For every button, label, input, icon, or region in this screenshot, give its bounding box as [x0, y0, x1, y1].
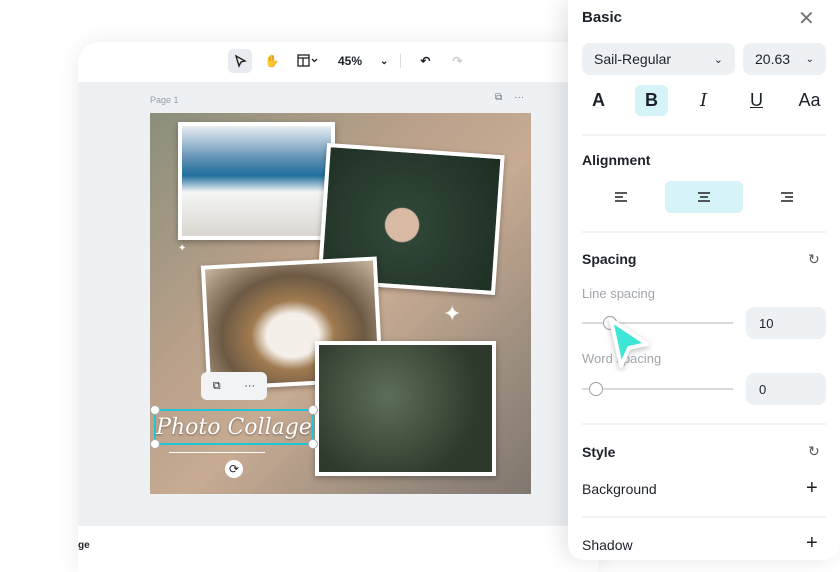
line-spacing-label: Line spacing	[582, 286, 655, 301]
font-name: Sail-Regular	[594, 51, 672, 67]
align-center-button[interactable]	[665, 181, 743, 213]
spacing-heading: Spacing	[582, 251, 637, 267]
divider	[582, 231, 826, 233]
editor-window: ✋ 45% ⌄ ↶ ↷ Page 1 ⧉ ··· ✦ ✦ ⧉ ··· Photo C…	[78, 42, 598, 572]
alignment-heading: Alignment	[582, 152, 651, 168]
divider	[582, 423, 826, 425]
design-page[interactable]: ✦ ✦ ⧉ ··· Photo Collage ⟳	[150, 113, 531, 494]
align-center-icon	[698, 192, 710, 202]
rotate-icon[interactable]: ⟳	[225, 460, 243, 478]
duplicate-page-icon[interactable]: ⧉	[495, 92, 502, 103]
align-left-button[interactable]	[582, 181, 660, 213]
font-size-value: 20.63	[755, 51, 791, 67]
photo-collage-text[interactable]: Photo Collage	[156, 415, 312, 440]
sparkle-icon: ✦	[443, 301, 462, 326]
reset-icon[interactable]: ↻	[808, 251, 820, 268]
resize-handle[interactable]	[150, 405, 160, 415]
select-pointer-icon[interactable]	[228, 49, 252, 73]
bottom-label: ge	[78, 540, 90, 551]
duplicate-icon[interactable]: ⧉	[213, 380, 221, 393]
reset-icon[interactable]: ↻	[808, 443, 820, 460]
underline-decoration	[169, 452, 265, 453]
close-icon[interactable]: ✕	[798, 6, 815, 31]
text-properties-panel: Basic ✕ Sail-Regular ⌄ 20.63 ⌄ A B I U Aa …	[568, 0, 840, 560]
text-selection-box[interactable]: Photo Collage	[150, 405, 318, 449]
style-heading: Style	[582, 444, 616, 460]
align-right-button[interactable]	[748, 181, 826, 213]
font-size-select[interactable]: 20.63 ⌄	[743, 43, 826, 75]
page-label: Page 1	[150, 95, 179, 105]
word-spacing-input[interactable]: 0	[746, 373, 826, 405]
hand-icon[interactable]: ✋	[260, 49, 284, 73]
add-background-icon[interactable]: +	[806, 477, 818, 500]
add-shadow-icon[interactable]: +	[806, 532, 818, 555]
word-spacing-slider[interactable]	[582, 388, 733, 390]
word-spacing-slider-knob[interactable]	[589, 382, 603, 396]
zoom-level[interactable]: 45%	[338, 54, 362, 68]
resize-handle[interactable]	[150, 439, 160, 449]
more-icon[interactable]: ···	[514, 92, 524, 103]
toolbar-divider	[400, 54, 402, 68]
mouse-cursor-icon	[609, 318, 649, 368]
more-icon[interactable]: ···	[244, 380, 255, 392]
resize-handle[interactable]	[308, 405, 318, 415]
undo-icon[interactable]: ↶	[413, 49, 437, 73]
zoom-chevron-icon[interactable]: ⌄	[380, 56, 388, 67]
photo-santorini[interactable]	[178, 122, 335, 240]
shadow-label: Shadow	[582, 537, 633, 553]
photo-leaves[interactable]	[315, 341, 496, 476]
divider	[582, 516, 826, 518]
canvas-area: Page 1 ⧉ ··· ✦ ✦ ⧉ ··· Photo Collage ⟳	[78, 82, 598, 526]
italic-button[interactable]: I	[687, 85, 720, 116]
text-case-button[interactable]: Aa	[793, 85, 826, 116]
sparkle-icon: ✦	[178, 243, 187, 254]
bottom-bar: ge	[78, 526, 598, 572]
chevron-down-icon: ⌄	[805, 53, 814, 65]
resize-handle[interactable]	[308, 439, 318, 449]
background-label: Background	[582, 481, 657, 497]
layout-icon[interactable]	[292, 49, 324, 73]
text-color-button[interactable]: A	[582, 85, 615, 116]
divider	[582, 134, 826, 136]
font-family-select[interactable]: Sail-Regular ⌄	[582, 43, 735, 75]
toolbar: ✋ 45% ⌄ ↶ ↷	[228, 48, 469, 74]
redo-icon[interactable]: ↷	[445, 49, 469, 73]
panel-title: Basic	[582, 9, 623, 26]
element-toolbar: ⧉ ···	[201, 372, 267, 400]
chevron-down-icon: ⌄	[713, 53, 723, 66]
line-spacing-input[interactable]: 10	[746, 307, 826, 339]
bold-button[interactable]: B	[635, 85, 668, 116]
align-right-icon	[781, 192, 793, 202]
align-left-icon	[615, 192, 627, 202]
underline-button[interactable]: U	[740, 85, 773, 116]
